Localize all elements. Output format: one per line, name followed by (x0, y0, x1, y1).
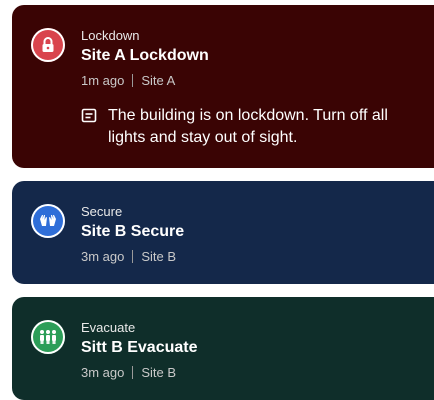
raised-hands-icon (31, 204, 65, 238)
alert-message-text: The building is on lockdown. Turn off al… (108, 107, 388, 146)
alert-type-label: Secure (81, 204, 123, 219)
alert-meta: 1m ago Site A (81, 73, 175, 88)
meta-divider (132, 74, 134, 87)
alert-meta: 3m ago Site B (81, 249, 176, 264)
padlock-icon (31, 28, 65, 62)
alert-type-label: Evacuate (81, 320, 136, 335)
alert-time: 1m ago (81, 73, 125, 88)
alert-time: 3m ago (81, 249, 125, 264)
alert-card-evacuate[interactable]: Evacuate Sitt B Evacuate 3m ago Site B (12, 297, 434, 400)
alert-meta: 3m ago Site B (81, 365, 176, 380)
alert-card-secure[interactable]: Secure Site B Secure 3m ago Site B (12, 181, 434, 284)
alert-card-lockdown[interactable]: Lockdown Site A Lockdown 1m ago Site A T… (12, 5, 434, 168)
people-group-icon (31, 320, 65, 354)
alert-site: Site A (141, 73, 176, 88)
alert-site: Site B (141, 365, 177, 380)
alert-time: 3m ago (81, 365, 125, 380)
alert-title: Sitt B Evacuate (81, 339, 198, 356)
alert-title: Site B Secure (81, 223, 185, 240)
alert-type-label: Lockdown (81, 28, 140, 43)
meta-divider (132, 366, 134, 379)
message-icon (81, 108, 97, 123)
alert-title: Site A Lockdown (81, 47, 209, 64)
alert-message: The building is on lockdown. Turn off al… (81, 105, 421, 149)
meta-divider (132, 250, 134, 263)
alert-site: Site B (141, 249, 177, 264)
